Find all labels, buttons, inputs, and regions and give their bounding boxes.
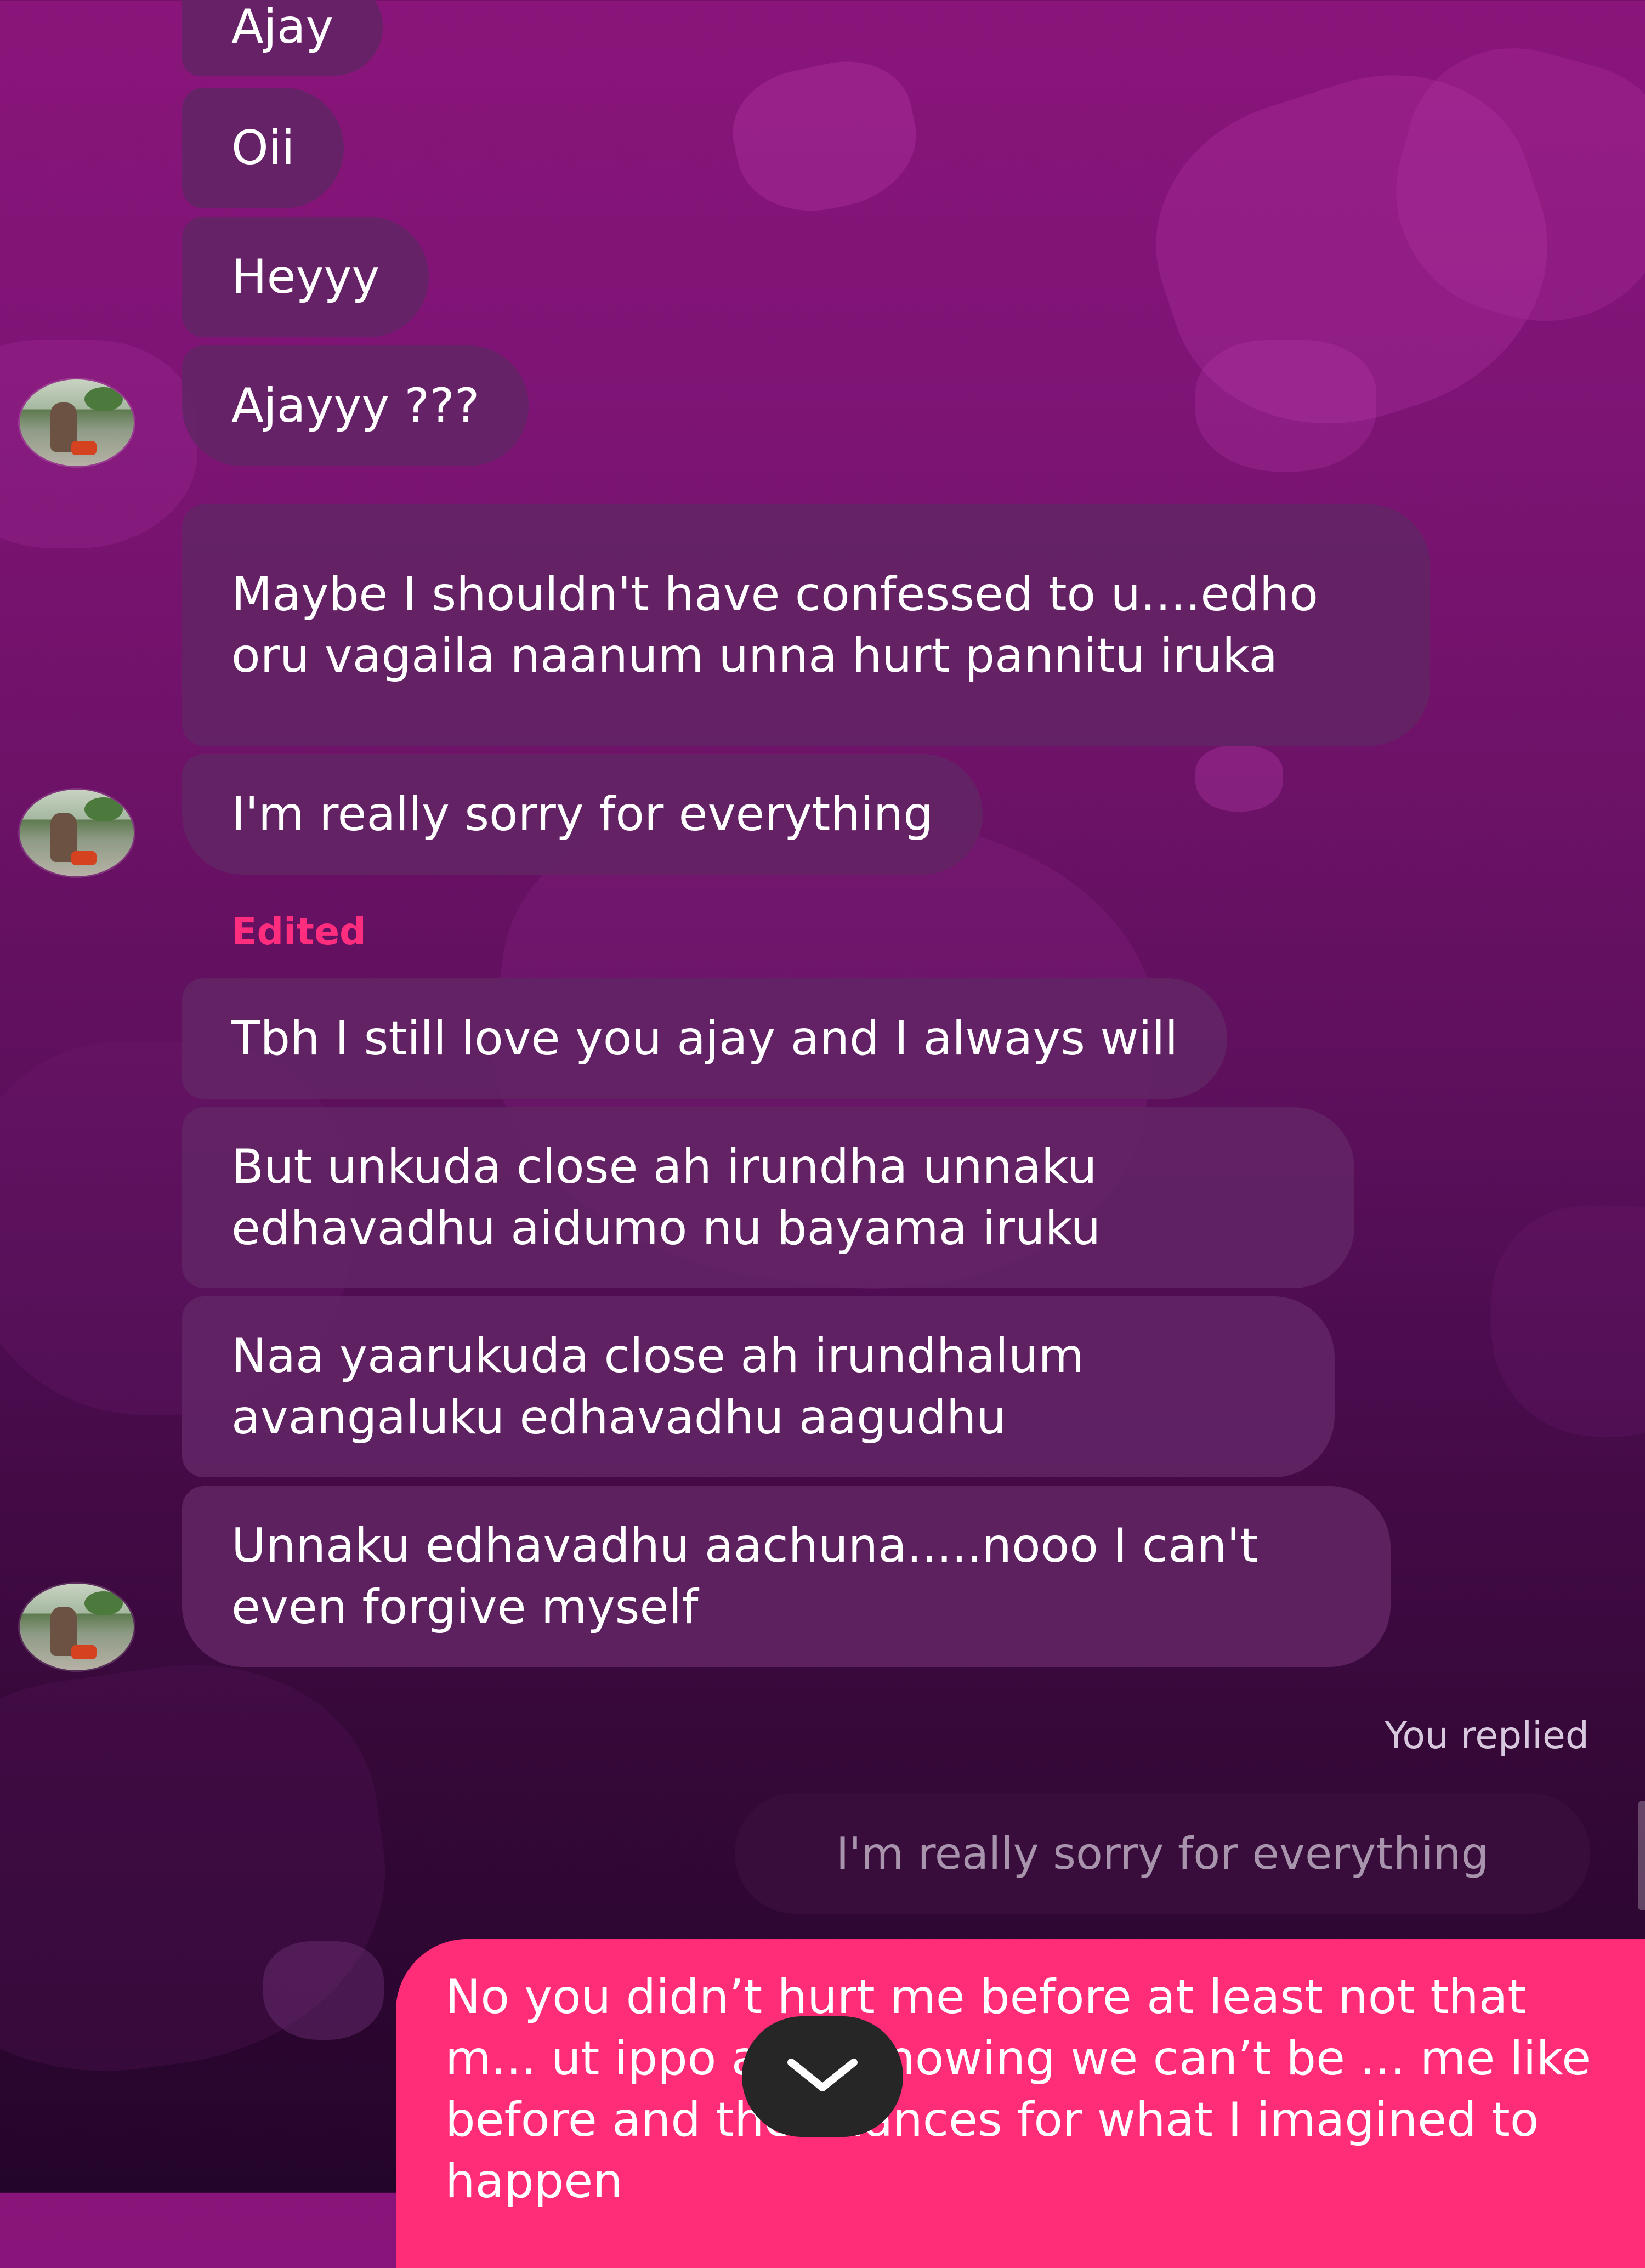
reply-label: You replied (1384, 1714, 1589, 1757)
message-bubble[interactable]: I'm really sorry for everything (182, 754, 983, 875)
message-bubble[interactable]: Naa yaarukuda close ah irundhalum avanga… (182, 1296, 1335, 1477)
avatar[interactable] (20, 790, 134, 876)
reply-indicator (1638, 1801, 1645, 1910)
message-text: No you didn’t hurt me before at least no… (445, 1970, 1591, 2209)
edited-label: Edited (231, 910, 366, 954)
avatar[interactable] (20, 1584, 134, 1670)
message-bubble[interactable]: Tbh I still love you ajay and I always w… (182, 978, 1228, 1099)
message-bubble[interactable]: Oii (182, 88, 344, 208)
message-bubble[interactable]: Maybe I shouldn't have confessed to u...… (182, 504, 1430, 746)
message-text: Ajayyy ??? (231, 378, 480, 433)
message-bubble[interactable]: Heyyy (182, 217, 429, 337)
avatar[interactable] (20, 379, 134, 466)
message-text: Naa yaarukuda close ah irundhalum avanga… (231, 1329, 1085, 1445)
message-text: Oii (231, 121, 295, 175)
message-text: Heyyy (231, 250, 380, 304)
chevron-down-icon (781, 2054, 864, 2100)
outgoing-message-bubble[interactable]: No you didn’t hurt me before at least no… (396, 1939, 1645, 2268)
message-text: Maybe I shouldn't have confessed to u...… (231, 567, 1318, 683)
message-text: But unkuda close ah irundha unnaku edhav… (231, 1139, 1101, 1256)
message-text: I'm really sorry for everything (231, 787, 933, 842)
message-text: Unnaku edhavadhu aachuna.....nooo I can'… (231, 1518, 1258, 1635)
message-bubble[interactable]: Unnaku edhavadhu aachuna.....nooo I can'… (182, 1486, 1391, 1667)
message-bubble[interactable]: But unkuda close ah irundha unnaku edhav… (182, 1107, 1354, 1288)
message-bubble[interactable]: Ajay (182, 0, 383, 76)
message-bubble[interactable]: Ajayyy ??? (182, 345, 529, 466)
message-text: Tbh I still love you ajay and I always w… (231, 1011, 1178, 1066)
quoted-message[interactable]: I'm really sorry for everything (735, 1793, 1590, 1914)
message-text: Ajay (231, 0, 334, 54)
scroll-to-bottom-button[interactable] (742, 2016, 903, 2137)
